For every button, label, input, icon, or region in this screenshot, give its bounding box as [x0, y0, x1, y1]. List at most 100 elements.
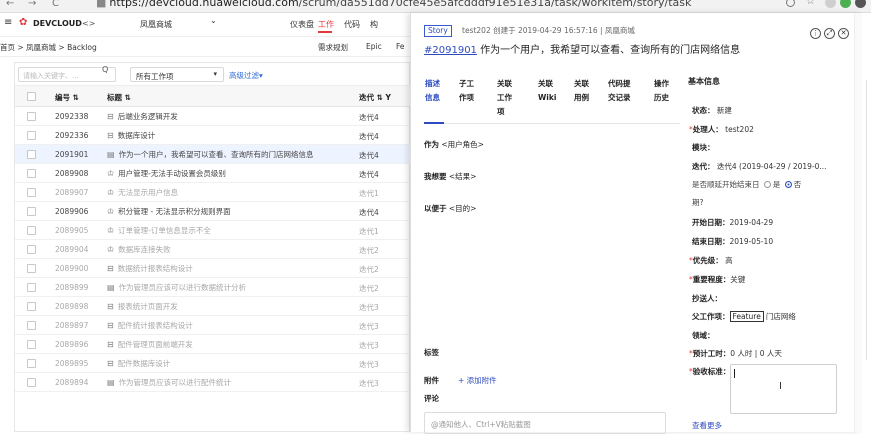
radio-yes-label[interactable]: 是: [773, 180, 781, 189]
table-row[interactable]: 2092336 ⊟ 数据库设计 迭代4: [15, 126, 411, 145]
row-checkbox[interactable]: [27, 359, 36, 368]
row-checkbox[interactable]: [27, 245, 36, 254]
row-title-text[interactable]: 无法显示用户信息: [118, 188, 178, 197]
row-checkbox[interactable]: [27, 226, 36, 235]
row-title-text[interactable]: 配件数据库设计: [118, 359, 171, 368]
table-row[interactable]: 2089895 ⊟ 配件数据库设计 迭代3: [15, 354, 411, 373]
work-item-title-text[interactable]: 作为一个用户，我希望可以查看、查询所有的门店网络信息: [480, 45, 740, 56]
close-icon[interactable]: ✕: [838, 28, 849, 39]
cc-field[interactable]: 抄送人：: [692, 293, 722, 304]
acceptance-criteria-input[interactable]: I: [730, 364, 837, 414]
row-title-text[interactable]: 作为管理员应该可以进行数据统计分析: [119, 283, 247, 292]
nav-work[interactable]: 工作: [318, 19, 334, 30]
back-icon[interactable]: ←: [6, 0, 14, 9]
column-iteration[interactable]: 迭代 ⇅ Y: [359, 92, 391, 103]
row-title[interactable]: ▤ 作为一个用户，我希望可以查看、查询所有的门店网络信息: [107, 149, 314, 160]
row-checkbox[interactable]: [27, 188, 36, 197]
i-want-field[interactable]: 我想要 <结果>: [424, 171, 476, 182]
breadcrumb[interactable]: 首页 > 凤凰商城 > Backlog: [0, 42, 97, 53]
row-checkbox[interactable]: [27, 340, 36, 349]
module-field[interactable]: 模块：: [692, 142, 715, 153]
row-checkbox[interactable]: [27, 264, 36, 273]
row-title-text[interactable]: 配件统计报表结构设计: [118, 321, 193, 330]
table-row[interactable]: 2089896 ⊟ 配件管理页面前端开发 迭代3: [15, 335, 411, 354]
parent-item-value[interactable]: 门店网络: [766, 312, 796, 321]
row-title-text[interactable]: 作为管理员应该可以进行配件统计: [119, 378, 232, 387]
row-title[interactable]: ♔ 订单管理-订单信息显示不全: [107, 225, 211, 236]
handler-field[interactable]: *处理人： test202: [689, 124, 754, 135]
tab-feature[interactable]: Fe: [396, 42, 405, 51]
radio-no-label[interactable]: 否: [794, 180, 802, 189]
row-title-text[interactable]: 积分管理 - 无法显示积分规则界面: [118, 207, 230, 216]
table-row[interactable]: 2089899 ▤ 作为管理员应该可以进行数据统计分析 迭代2: [15, 278, 411, 297]
tab-code-commits[interactable]: 代码提 交记录: [608, 77, 631, 105]
row-checkbox[interactable]: [27, 207, 36, 216]
row-title[interactable]: ▤ 作为管理员应该可以进行数据统计分析: [107, 282, 246, 293]
row-title-text[interactable]: 配件管理页面前端开发: [118, 340, 193, 349]
row-title[interactable]: ⊟ 数据库设计: [107, 130, 155, 141]
add-attachment-button[interactable]: + 添加附件: [458, 375, 497, 386]
table-row[interactable]: 2091901 ▤ 作为一个用户，我希望可以查看、查询所有的门店网络信息 迭代4: [15, 145, 411, 164]
row-checkbox[interactable]: [27, 169, 36, 178]
brand-name[interactable]: DEVCLOUD: [33, 19, 82, 28]
tab-related-wiki[interactable]: 关联 Wiki: [538, 77, 556, 105]
work-item-type-select[interactable]: 所有工作项 ▾: [130, 67, 224, 82]
expand-icon[interactable]: ⤢: [824, 28, 835, 39]
profile-icon[interactable]: [855, 0, 866, 8]
row-title-text[interactable]: 订单管理-订单信息显示不全: [118, 226, 211, 235]
parent-item-field[interactable]: 父工作项： Feature 门店网络: [692, 311, 796, 322]
so-that-field[interactable]: 以便于 <目的>: [424, 203, 476, 214]
select-all-checkbox[interactable]: [27, 92, 36, 101]
row-title[interactable]: ♔ 积分管理 - 无法显示积分规则界面: [107, 206, 231, 217]
status-field[interactable]: 状态： 新建: [692, 105, 732, 116]
row-checkbox[interactable]: [27, 150, 36, 159]
tab-related-items[interactable]: 关联 工作 项: [497, 77, 512, 119]
priority-field[interactable]: *优先级： 高: [689, 255, 733, 266]
extension-icon[interactable]: [825, 0, 836, 8]
row-title[interactable]: ⊟ 配件管理页面前端开发: [107, 339, 193, 350]
reload-icon[interactable]: C: [52, 0, 59, 9]
iteration-field[interactable]: 迭代： 迭代4 (2019-04-29 / 2019-0...: [692, 161, 827, 172]
table-row[interactable]: 2089906 ♔ 积分管理 - 无法显示积分规则界面 迭代4: [15, 202, 411, 221]
start-date-field[interactable]: 开始日期：2019-04-29: [692, 217, 773, 228]
table-row[interactable]: 2089908 ♔ 用户管理-无法手动设置会员级别 迭代4: [15, 164, 411, 183]
menu-icon[interactable]: ≡: [4, 17, 12, 28]
tab-history[interactable]: 操作 历史: [654, 77, 669, 105]
code-icon[interactable]: <>: [82, 19, 95, 28]
end-date-field[interactable]: 结束日期：2019-05-10: [692, 236, 773, 247]
see-more-link[interactable]: 查看更多: [692, 420, 722, 431]
row-title[interactable]: ♔ 无法显示用户信息: [107, 187, 178, 198]
table-row[interactable]: 2089898 ⊟ 报表统计页面开发 迭代3: [15, 297, 411, 316]
nav-dashboard[interactable]: 仪表盘: [290, 19, 314, 30]
row-title[interactable]: ♔ 数据库连接失败: [107, 244, 171, 255]
row-title-text[interactable]: 后端业务逻辑开发: [118, 112, 178, 121]
row-title[interactable]: ♔ 用户管理-无法手动设置会员级别: [107, 168, 226, 179]
extension-icon[interactable]: [840, 0, 851, 8]
tab-description[interactable]: 描述 信息: [425, 77, 440, 105]
table-row[interactable]: 2092338 ⊟ 后端业务逻辑开发 迭代4: [15, 107, 411, 126]
table-row[interactable]: 2089904 ♔ 数据库连接失败 迭代2: [15, 240, 411, 259]
advanced-filter-link[interactable]: 高级过滤▾: [229, 70, 263, 81]
detail-scrollbar[interactable]: [854, 13, 862, 432]
as-a-field[interactable]: 作为 <用户角色>: [424, 139, 484, 150]
address-bar[interactable]: ■ https://devcloud.huaweicloud.com/scrum/…: [96, 0, 691, 9]
row-title-text[interactable]: 数据库设计: [118, 131, 156, 140]
row-title[interactable]: ⊟ 配件统计报表结构设计: [107, 320, 193, 331]
comment-input[interactable]: @通知他人、Ctrl+V粘贴截图: [424, 412, 666, 434]
row-title[interactable]: ⊟ 配件数据库设计: [107, 358, 170, 369]
radio-yes[interactable]: [763, 181, 771, 188]
domain-field[interactable]: 领域：: [692, 330, 715, 341]
star-icon[interactable]: ☆: [806, 0, 815, 7]
table-row[interactable]: 2089905 ♔ 订单管理-订单信息显示不全 迭代1: [15, 221, 411, 240]
column-title[interactable]: 标题 ⇅: [107, 92, 131, 103]
forward-icon[interactable]: →: [28, 0, 36, 9]
row-checkbox[interactable]: [27, 283, 36, 292]
project-selector[interactable]: 凤凰商城: [140, 19, 172, 30]
row-title-text[interactable]: 作为一个用户，我希望可以查看、查询所有的门店网络信息: [119, 150, 314, 159]
radio-no[interactable]: [784, 181, 792, 188]
tab-epic[interactable]: Epic: [366, 42, 382, 51]
work-item-number[interactable]: #2091901: [424, 45, 477, 56]
row-title[interactable]: ⊟ 数据统计报表结构设计: [107, 263, 193, 274]
chevron-down-icon[interactable]: ⌄: [210, 16, 217, 25]
row-checkbox[interactable]: [27, 302, 36, 311]
